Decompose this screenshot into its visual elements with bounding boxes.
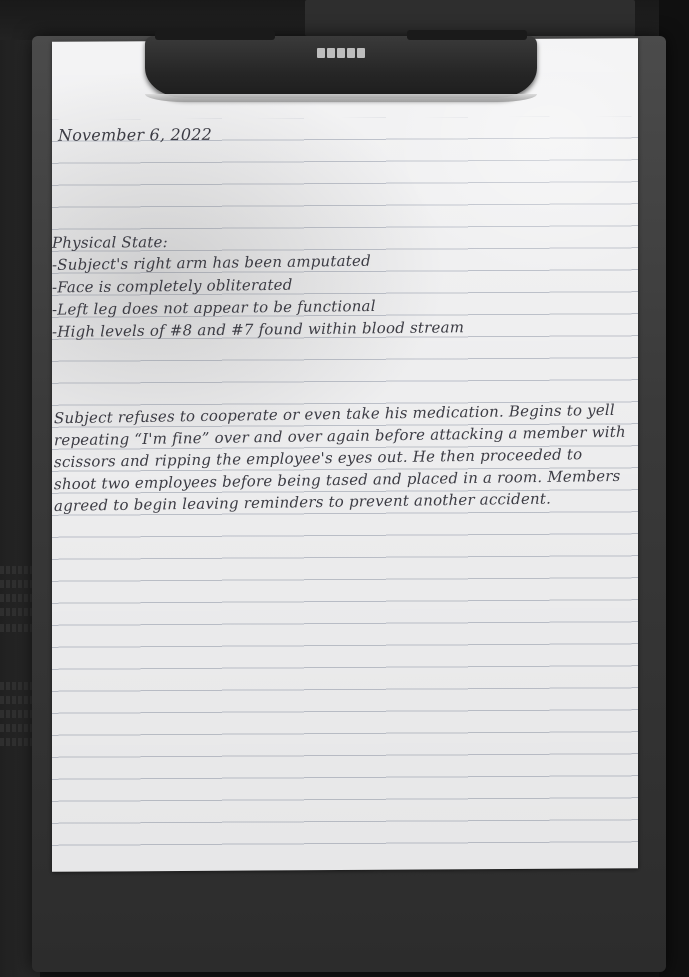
background-faint-text bbox=[0, 566, 34, 574]
physical-state-heading: Physical State: bbox=[52, 233, 168, 252]
clipboard-clip bbox=[145, 30, 537, 102]
background-faint-text bbox=[0, 724, 34, 732]
physical-item: -Face is completely obliterated bbox=[52, 275, 293, 297]
clipboard-brand-mark-icon bbox=[305, 48, 377, 62]
note-date: November 6, 2022 bbox=[58, 124, 213, 145]
background-faint-text bbox=[0, 580, 34, 588]
background-faint-text bbox=[0, 608, 34, 616]
background-faint-text bbox=[0, 696, 34, 704]
physical-item: -Left leg does not appear to be function… bbox=[52, 296, 376, 319]
clip-hinge bbox=[407, 30, 527, 40]
clip-lip bbox=[145, 94, 537, 102]
background-faint-text bbox=[0, 624, 34, 632]
background-faint-text bbox=[0, 682, 34, 690]
lined-paper: November 6, 2022 Physical State: -Subjec… bbox=[52, 38, 638, 872]
clip-hinge bbox=[155, 30, 275, 40]
background-faint-text bbox=[0, 594, 34, 602]
background-faint-text bbox=[0, 738, 34, 746]
background-faint-text bbox=[0, 710, 34, 718]
